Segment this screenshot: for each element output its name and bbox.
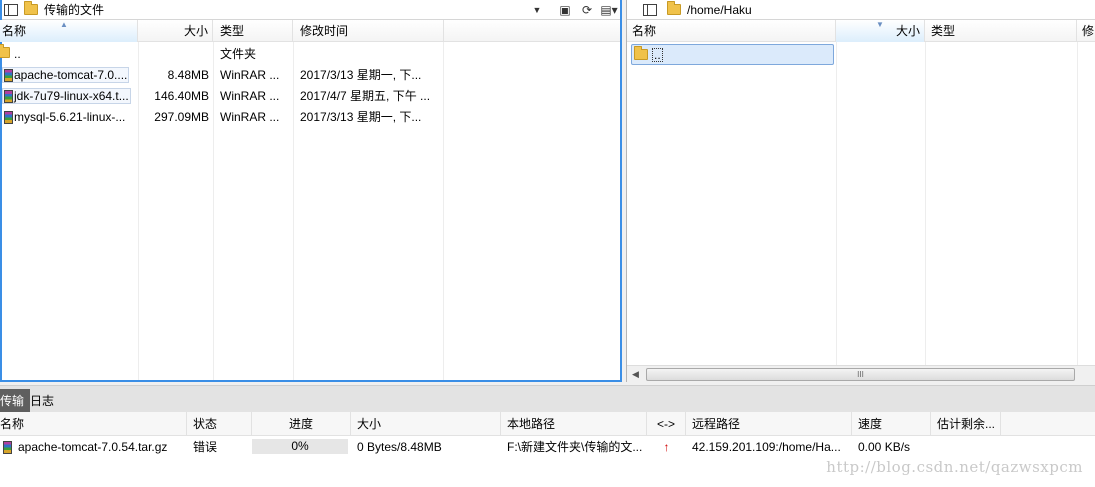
local-col-modified[interactable]: 修改时间: [293, 20, 444, 42]
panel-toggle-icon[interactable]: [643, 3, 657, 16]
sort-asc-icon: ▲: [60, 20, 68, 29]
remote-col-size[interactable]: ▼ 大小: [836, 20, 925, 42]
watermark: http://blog.csdn.net/qazwsxpcm: [826, 458, 1083, 476]
remote-col-type[interactable]: 类型: [925, 20, 1077, 42]
queue-col-direction[interactable]: <->: [647, 412, 686, 436]
queue-col-status[interactable]: 状态: [187, 412, 252, 436]
rar-archive-icon: [4, 90, 13, 103]
refresh-icon[interactable]: ⟳: [576, 3, 598, 17]
queue-col-speed[interactable]: 速度: [852, 412, 931, 436]
column-divider: [925, 42, 926, 365]
queue-col-eta[interactable]: 估计剩余...: [931, 412, 1001, 436]
scroll-grip: III: [857, 369, 864, 379]
column-divider: [1077, 42, 1078, 365]
queue-col-name[interactable]: 名称: [0, 412, 187, 436]
queue-status: 错误: [193, 440, 218, 454]
local-col-type[interactable]: 类型: [213, 20, 293, 42]
column-divider: [836, 42, 837, 365]
folder-icon: [667, 1, 681, 15]
path-dropdown-icon[interactable]: ▼: [526, 5, 548, 15]
local-column-header: ▲ 名称 大小 类型 修改时间: [0, 20, 620, 42]
local-path-input[interactable]: 传输的文件: [44, 1, 526, 18]
scroll-track[interactable]: III: [644, 367, 1095, 381]
remote-column-header: 名称 ▼ 大小 类型 修: [627, 20, 1095, 42]
upload-arrow-icon: ↑: [663, 440, 670, 454]
rar-archive-icon: [4, 111, 13, 124]
local-path-bar: 传输的文件 ▼ ▣ ⟳ ▤▾: [2, 0, 620, 20]
queue-col-size[interactable]: 大小: [351, 412, 501, 436]
folder-icon: [0, 44, 10, 58]
remote-col-name[interactable]: 名称: [627, 20, 836, 42]
scroll-thumb[interactable]: III: [646, 367, 1075, 381]
remote-col-modified[interactable]: 修: [1077, 20, 1095, 42]
local-row-file[interactable]: jdk-7u79-linux-x64.t... 146.40MB WinRAR …: [2, 86, 620, 107]
panel-toggle-icon[interactable]: [4, 3, 18, 16]
remote-row-parent[interactable]: ..: [631, 44, 834, 65]
queue-row[interactable]: apache-tomcat-7.0.54.tar.gz 错误 0% 0 Byte…: [0, 436, 1095, 458]
sort-desc-icon: ▼: [876, 20, 884, 29]
local-col-name[interactable]: ▲ 名称: [0, 20, 138, 42]
rar-archive-icon: [3, 441, 12, 454]
transfer-window: 传输的文件 ▼ ▣ ⟳ ▤▾ ▲ 名称 大小 类型 修改时间 .. 文件夹 ap…: [0, 0, 1095, 487]
remote-path-input[interactable]: /home/Haku: [687, 3, 1095, 17]
queue-col-local-path[interactable]: 本地路径: [501, 412, 647, 436]
view-mode-icon[interactable]: ▤▾: [598, 3, 620, 17]
remote-horizontal-scrollbar[interactable]: ◀ III: [627, 365, 1095, 382]
file-name-box: jdk-7u79-linux-x64.t...: [2, 88, 131, 104]
queue-column-header: 名称 状态 进度 大小 本地路径 <-> 远程路径 速度 估计剩余...: [0, 412, 1095, 436]
local-pane: 传输的文件 ▼ ▣ ⟳ ▤▾ ▲ 名称 大小 类型 修改时间 .. 文件夹 ap…: [0, 0, 622, 382]
folder-icon: [24, 1, 38, 15]
file-name-box: mysql-5.6.21-linux-...: [2, 109, 127, 125]
local-row-parent[interactable]: .. 文件夹: [0, 44, 620, 65]
new-folder-icon[interactable]: ▣: [554, 3, 576, 17]
local-row-file[interactable]: mysql-5.6.21-linux-... 297.09MB WinRAR .…: [2, 107, 620, 128]
remote-path-bar: /home/Haku: [627, 0, 1095, 20]
progress-bar: 0%: [252, 439, 348, 454]
local-row-file[interactable]: apache-tomcat-7.0.... 8.48MB WinRAR ... …: [2, 65, 620, 86]
rar-archive-icon: [4, 69, 13, 82]
file-name-box: apache-tomcat-7.0....: [2, 67, 130, 83]
scroll-left-icon[interactable]: ◀: [627, 369, 644, 380]
local-col-size[interactable]: 大小: [138, 20, 213, 42]
tab-log[interactable]: 日志: [24, 389, 60, 413]
remote-pane: /home/Haku 名称 ▼ 大小 类型 修 .. ◀ III: [626, 0, 1095, 382]
bottom-tabs: 传输 日志: [0, 385, 1095, 413]
folder-icon: [634, 46, 648, 60]
queue-col-remote-path[interactable]: 远程路径: [686, 412, 852, 436]
queue-col-progress[interactable]: 进度: [252, 412, 351, 436]
